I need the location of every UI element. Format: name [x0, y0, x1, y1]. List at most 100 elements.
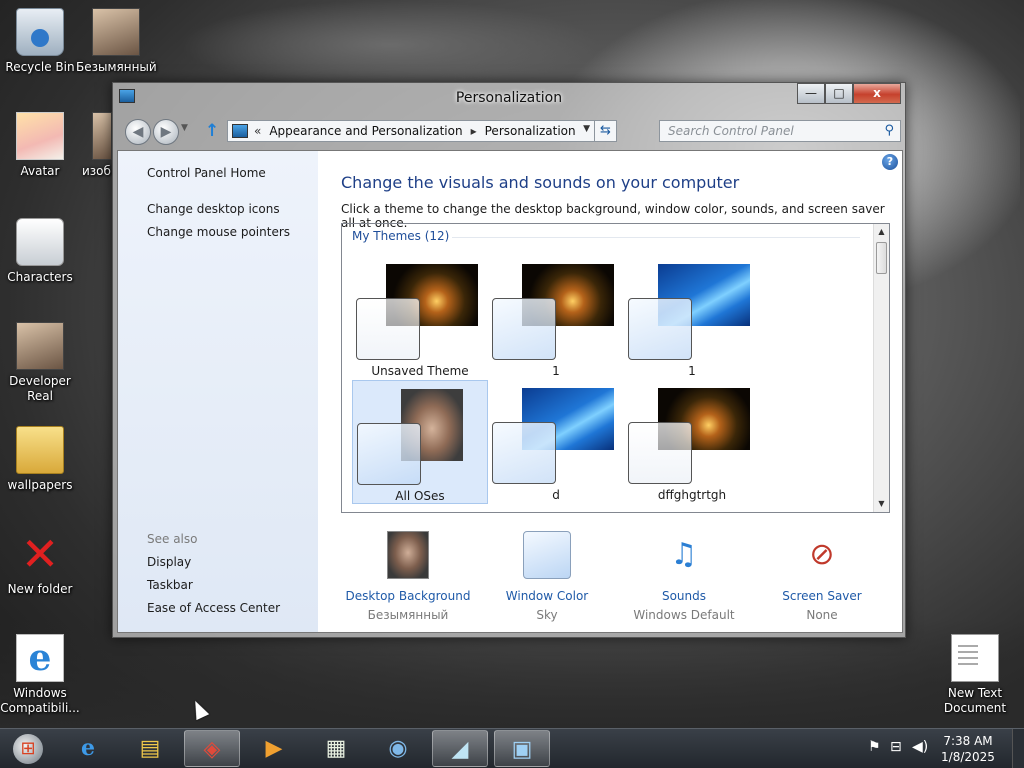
theme-tile[interactable]: Unsaved Theme — [352, 256, 488, 380]
desktop-icon-new-text-document[interactable]: New Text Document — [935, 634, 1015, 716]
page-title: Change the visuals and sounds on your co… — [341, 173, 740, 192]
theme-color-swatch — [628, 298, 692, 360]
globe-app-icon[interactable]: ◉ — [370, 730, 426, 767]
my-themes-group-label: My Themes (12) — [352, 229, 450, 243]
change-mouse-pointers-link[interactable]: Change mouse pointers — [147, 225, 290, 239]
desktop-background-option[interactable]: Desktop Background Безымянный — [338, 531, 478, 622]
desktop-icon-recycle-bin[interactable]: Recycle Bin — [0, 8, 80, 75]
theme-name: 1 — [688, 364, 696, 378]
desktop-icon-label: Avatar — [20, 164, 60, 178]
desktop-icon-image2[interactable]: изоб — [76, 112, 116, 179]
sounds-label[interactable]: Sounds — [614, 589, 754, 603]
desktop-icon-label: Безымянный — [76, 60, 157, 74]
themes-list[interactable]: My Themes (12) Unsaved Theme 1 1 All OSe… — [341, 223, 890, 513]
file-explorer-icon[interactable]: ▤ — [122, 730, 178, 767]
taskbar-link[interactable]: Taskbar — [147, 578, 193, 592]
window-color-label[interactable]: Window Color — [477, 589, 617, 603]
desktop-icon-windows-compat[interactable]: e Windows Compatibili... — [0, 634, 80, 716]
control-panel-icon[interactable]: ▣ — [494, 730, 550, 767]
characters-icon — [16, 218, 64, 266]
desktop-icon-characters[interactable]: Characters — [0, 218, 80, 285]
desktop-icon-wallpapers[interactable]: wallpapers — [0, 426, 80, 493]
maximize-button[interactable]: □ — [825, 83, 853, 104]
left-pane: Control Panel Home Change desktop icons … — [118, 151, 318, 632]
avatar-image-icon — [16, 112, 64, 160]
control-panel-home-link[interactable]: Control Panel Home — [147, 166, 266, 180]
change-desktop-icons-link[interactable]: Change desktop icons — [147, 202, 280, 216]
volume-icon[interactable]: ◀) — [912, 739, 928, 755]
refresh-icon[interactable]: ⇆ — [594, 121, 616, 141]
desktop-background-label[interactable]: Desktop Background — [338, 589, 478, 603]
display-link[interactable]: Display — [147, 555, 191, 569]
sounds-option[interactable]: ♫ Sounds Windows Default — [614, 531, 754, 622]
control-panel-icon — [232, 124, 248, 138]
breadcrumb-personalization[interactable]: Personalization — [485, 124, 576, 138]
internet-explorer-icon[interactable]: e — [60, 730, 116, 767]
action-center-flag-icon[interactable]: ⚑ — [868, 739, 881, 755]
document-app-icon[interactable]: ▦ — [308, 730, 364, 767]
search-icon[interactable]: ⚲ — [884, 123, 894, 138]
ease-of-access-link[interactable]: Ease of Access Center — [147, 601, 280, 615]
desktop-icon-label: изоб — [82, 164, 111, 178]
scroll-up-arrow-icon[interactable]: ▲ — [874, 224, 889, 240]
screen-saver-option[interactable]: ⊘ Screen Saver None — [752, 531, 892, 622]
group-divider — [452, 237, 860, 238]
sounds-value: Windows Default — [633, 608, 735, 622]
media-player-icon[interactable]: ▶ — [246, 730, 302, 767]
show-desktop-button[interactable] — [1012, 729, 1024, 768]
theme-color-swatch — [492, 298, 556, 360]
desktop-icon-label: Characters — [7, 270, 73, 284]
recent-pages-dropdown-icon[interactable]: ▼ — [181, 123, 188, 133]
theme-tile[interactable]: d — [488, 380, 624, 504]
theme-name: All OSes — [395, 489, 445, 503]
screen-saver-label[interactable]: Screen Saver — [752, 589, 892, 603]
desktop-background-value: Безымянный — [367, 608, 449, 622]
theme-color-swatch — [357, 423, 421, 485]
clock[interactable]: 7:38 AM 1/8/2025 — [938, 733, 998, 765]
forward-button[interactable]: ▶ — [153, 119, 179, 145]
search-input[interactable]: Search Control Panel ⚲ — [659, 120, 901, 142]
title-bar[interactable]: Personalization — □ x — [113, 83, 905, 115]
app-red-icon[interactable]: ◈ — [184, 730, 240, 767]
image-file-icon — [92, 112, 112, 160]
back-button[interactable]: ◀ — [125, 119, 151, 145]
zip-folder-icon — [16, 426, 64, 474]
desktop-icon-new-folder[interactable]: ✕ New folder — [0, 530, 80, 597]
screen-saver-icon: ⊘ — [809, 537, 835, 572]
search-placeholder: Search Control Panel — [668, 124, 794, 138]
taskbar: ⊞ e ▤ ◈ ▶ ▦ ◉ ◢ ▣ ⚑ ⊟ ◀) 7:38 AM 1/8/202… — [0, 728, 1024, 768]
close-button[interactable]: x — [853, 83, 901, 104]
theme-tile[interactable]: 1 — [488, 256, 624, 380]
window-title: Personalization — [455, 90, 563, 106]
window-color-option[interactable]: Window Color Sky — [477, 531, 617, 622]
desktop-icon-image[interactable]: Безымянный — [76, 8, 157, 75]
help-icon[interactable]: ? — [882, 154, 898, 170]
theme-tile[interactable]: dffghgtrtgh — [624, 380, 760, 504]
glass-app-icon[interactable]: ◢ — [432, 730, 488, 767]
desktop-icon-developer[interactable]: Developer Real — [0, 322, 80, 404]
themes-scrollbar[interactable]: ▲ ▼ — [873, 224, 889, 512]
start-button[interactable]: ⊞ — [4, 731, 52, 767]
desktop-icon-label: New Text Document — [943, 686, 1007, 715]
breadcrumb-appearance[interactable]: Appearance and Personalization — [269, 124, 462, 138]
address-dropdown-icon[interactable]: ▼ — [583, 124, 590, 134]
breadcrumb-overflow[interactable]: « — [254, 124, 261, 138]
theme-tile[interactable]: 1 — [624, 256, 760, 380]
scroll-down-arrow-icon[interactable]: ▼ — [874, 496, 889, 512]
desktop-icon-avatar[interactable]: Avatar — [0, 112, 80, 179]
theme-tile-selected[interactable]: All OSes — [352, 380, 488, 504]
scroll-thumb[interactable] — [876, 242, 887, 274]
main-pane: ? Change the visuals and sounds on your … — [318, 151, 902, 632]
theme-color-swatch — [492, 422, 556, 484]
color-swatch-icon — [523, 531, 571, 579]
address-bar[interactable]: « Appearance and Personalization ▸ Perso… — [227, 120, 617, 142]
system-tray: ⚑ ⊟ ◀) 7:38 AM 1/8/2025 — [844, 729, 1024, 768]
breadcrumb-separator[interactable]: ▸ — [471, 124, 477, 138]
recycle-bin-icon — [16, 8, 64, 56]
up-arrow-icon[interactable]: ↑ — [205, 121, 219, 141]
developer-image-icon — [16, 322, 64, 370]
wallpaper-shade — [180, 0, 600, 90]
network-icon[interactable]: ⊟ — [890, 739, 902, 755]
minimize-button[interactable]: — — [797, 83, 825, 104]
clock-time: 7:38 AM — [943, 734, 993, 748]
